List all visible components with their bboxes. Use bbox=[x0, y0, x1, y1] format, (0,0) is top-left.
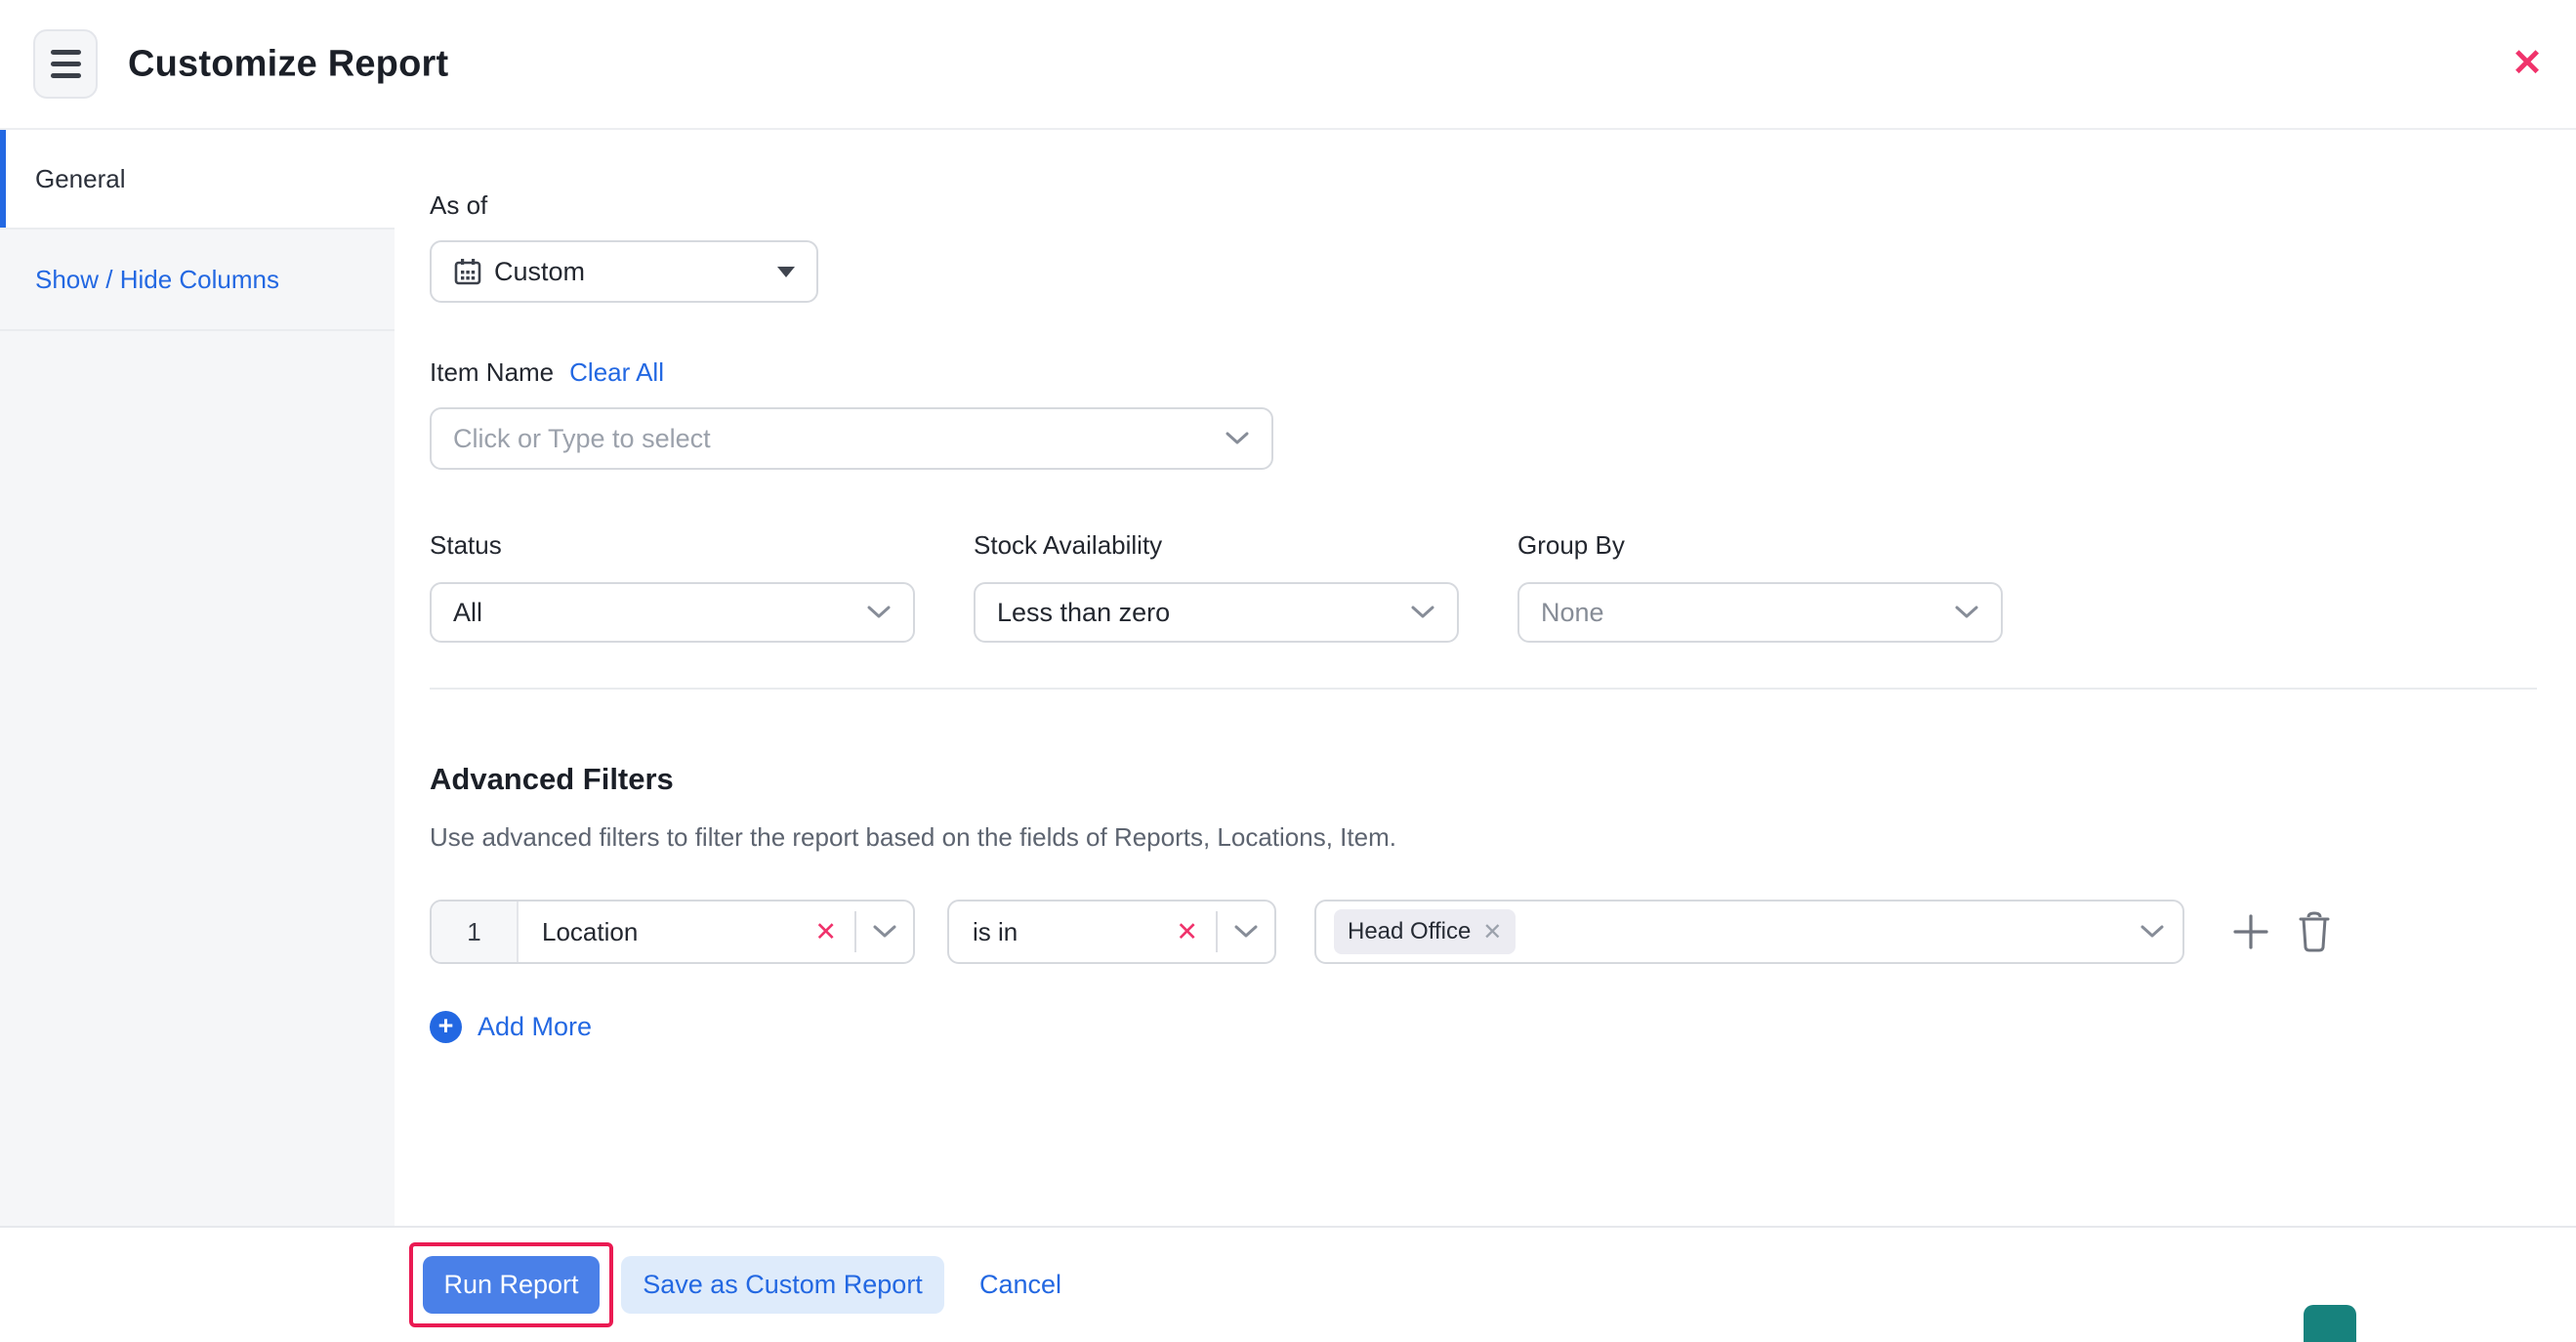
tag-remove-icon[interactable]: ✕ bbox=[1482, 918, 1502, 946]
status-select[interactable]: All bbox=[430, 582, 915, 643]
chevron-down-icon bbox=[1954, 605, 1979, 620]
filter-values-select[interactable]: Head Office ✕ bbox=[1314, 900, 2184, 964]
sidebar-item-show-hide-columns[interactable]: Show / Hide Columns bbox=[0, 230, 395, 331]
stock-availability-label: Stock Availability bbox=[974, 530, 1459, 561]
filter-row-number: 1 bbox=[432, 902, 519, 962]
chevron-down-icon bbox=[1225, 431, 1250, 446]
item-name-label: Item Name bbox=[430, 357, 554, 388]
add-more-label: Add More bbox=[478, 1012, 592, 1042]
plus-icon bbox=[2231, 912, 2270, 951]
clear-field-icon[interactable]: ✕ bbox=[814, 917, 837, 947]
add-filter-row-button[interactable] bbox=[2231, 912, 2270, 951]
chat-widget[interactable] bbox=[2304, 1305, 2356, 1342]
item-name-placeholder: Click or Type to select bbox=[453, 424, 711, 454]
run-report-button[interactable]: Run Report bbox=[423, 1256, 600, 1314]
trash-icon bbox=[2296, 910, 2333, 953]
page-title: Customize Report bbox=[128, 43, 448, 85]
filter-operator-value: is in bbox=[973, 917, 1018, 947]
status-value: All bbox=[453, 598, 482, 628]
chevron-down-icon bbox=[2140, 924, 2165, 940]
stock-availability-value: Less than zero bbox=[997, 598, 1170, 628]
sidebar-item-label: General bbox=[35, 164, 126, 194]
sidebar-item-label: Show / Hide Columns bbox=[35, 265, 279, 295]
clear-operator-icon[interactable]: ✕ bbox=[1176, 917, 1198, 947]
main-content: As of Custom Item Name Clear All Click bbox=[395, 130, 2576, 1226]
calendar-icon bbox=[453, 257, 482, 286]
hamburger-menu-button[interactable] bbox=[33, 29, 98, 99]
section-divider bbox=[430, 688, 2537, 690]
filter-field-select[interactable]: 1 Location ✕ bbox=[430, 900, 915, 964]
run-report-highlight-annotation: Run Report bbox=[409, 1242, 613, 1327]
chevron-down-icon bbox=[1410, 605, 1435, 620]
chevron-down-icon[interactable] bbox=[1218, 924, 1274, 940]
save-as-custom-report-button[interactable]: Save as Custom Report bbox=[621, 1256, 944, 1314]
chevron-down-icon bbox=[866, 605, 892, 620]
filter-field-value: Location bbox=[542, 917, 638, 947]
caret-down-icon bbox=[777, 267, 795, 277]
advanced-filters-title: Advanced Filters bbox=[430, 762, 2537, 797]
item-name-select[interactable]: Click or Type to select bbox=[430, 407, 1273, 470]
sidebar: General Show / Hide Columns bbox=[0, 130, 395, 1226]
filter-operator-select[interactable]: is in ✕ bbox=[947, 900, 1276, 964]
delete-filter-row-button[interactable] bbox=[2296, 910, 2333, 953]
customize-report-dialog: Customize Report ✕ General Show / Hide C… bbox=[0, 0, 2576, 1342]
as-of-select[interactable]: Custom bbox=[430, 240, 818, 303]
add-more-icon: + bbox=[430, 1011, 462, 1043]
close-icon[interactable]: ✕ bbox=[2504, 39, 2551, 86]
group-by-label: Group By bbox=[1517, 530, 2003, 561]
stock-availability-select[interactable]: Less than zero bbox=[974, 582, 1459, 643]
cancel-button[interactable]: Cancel bbox=[979, 1270, 1061, 1300]
value-tag: Head Office ✕ bbox=[1334, 909, 1516, 954]
group-by-select[interactable]: None bbox=[1517, 582, 2003, 643]
as-of-value: Custom bbox=[494, 257, 585, 287]
footer-bar: Run Report Save as Custom Report Cancel bbox=[0, 1226, 2576, 1342]
as-of-label: As of bbox=[430, 190, 2537, 221]
group-by-value: None bbox=[1541, 598, 1604, 628]
status-label: Status bbox=[430, 530, 915, 561]
advanced-filters-description: Use advanced filters to filter the repor… bbox=[430, 822, 2537, 853]
chevron-down-icon[interactable] bbox=[856, 924, 913, 940]
hamburger-icon bbox=[51, 50, 81, 55]
clear-all-link[interactable]: Clear All bbox=[569, 357, 664, 388]
filter-row: 1 Location ✕ is in ✕ Head bbox=[430, 900, 2537, 964]
sidebar-item-general[interactable]: General bbox=[0, 130, 395, 230]
dialog-header: Customize Report ✕ bbox=[0, 0, 2576, 130]
value-tag-label: Head Office bbox=[1348, 918, 1471, 945]
add-more-button[interactable]: + Add More bbox=[430, 1011, 2537, 1043]
